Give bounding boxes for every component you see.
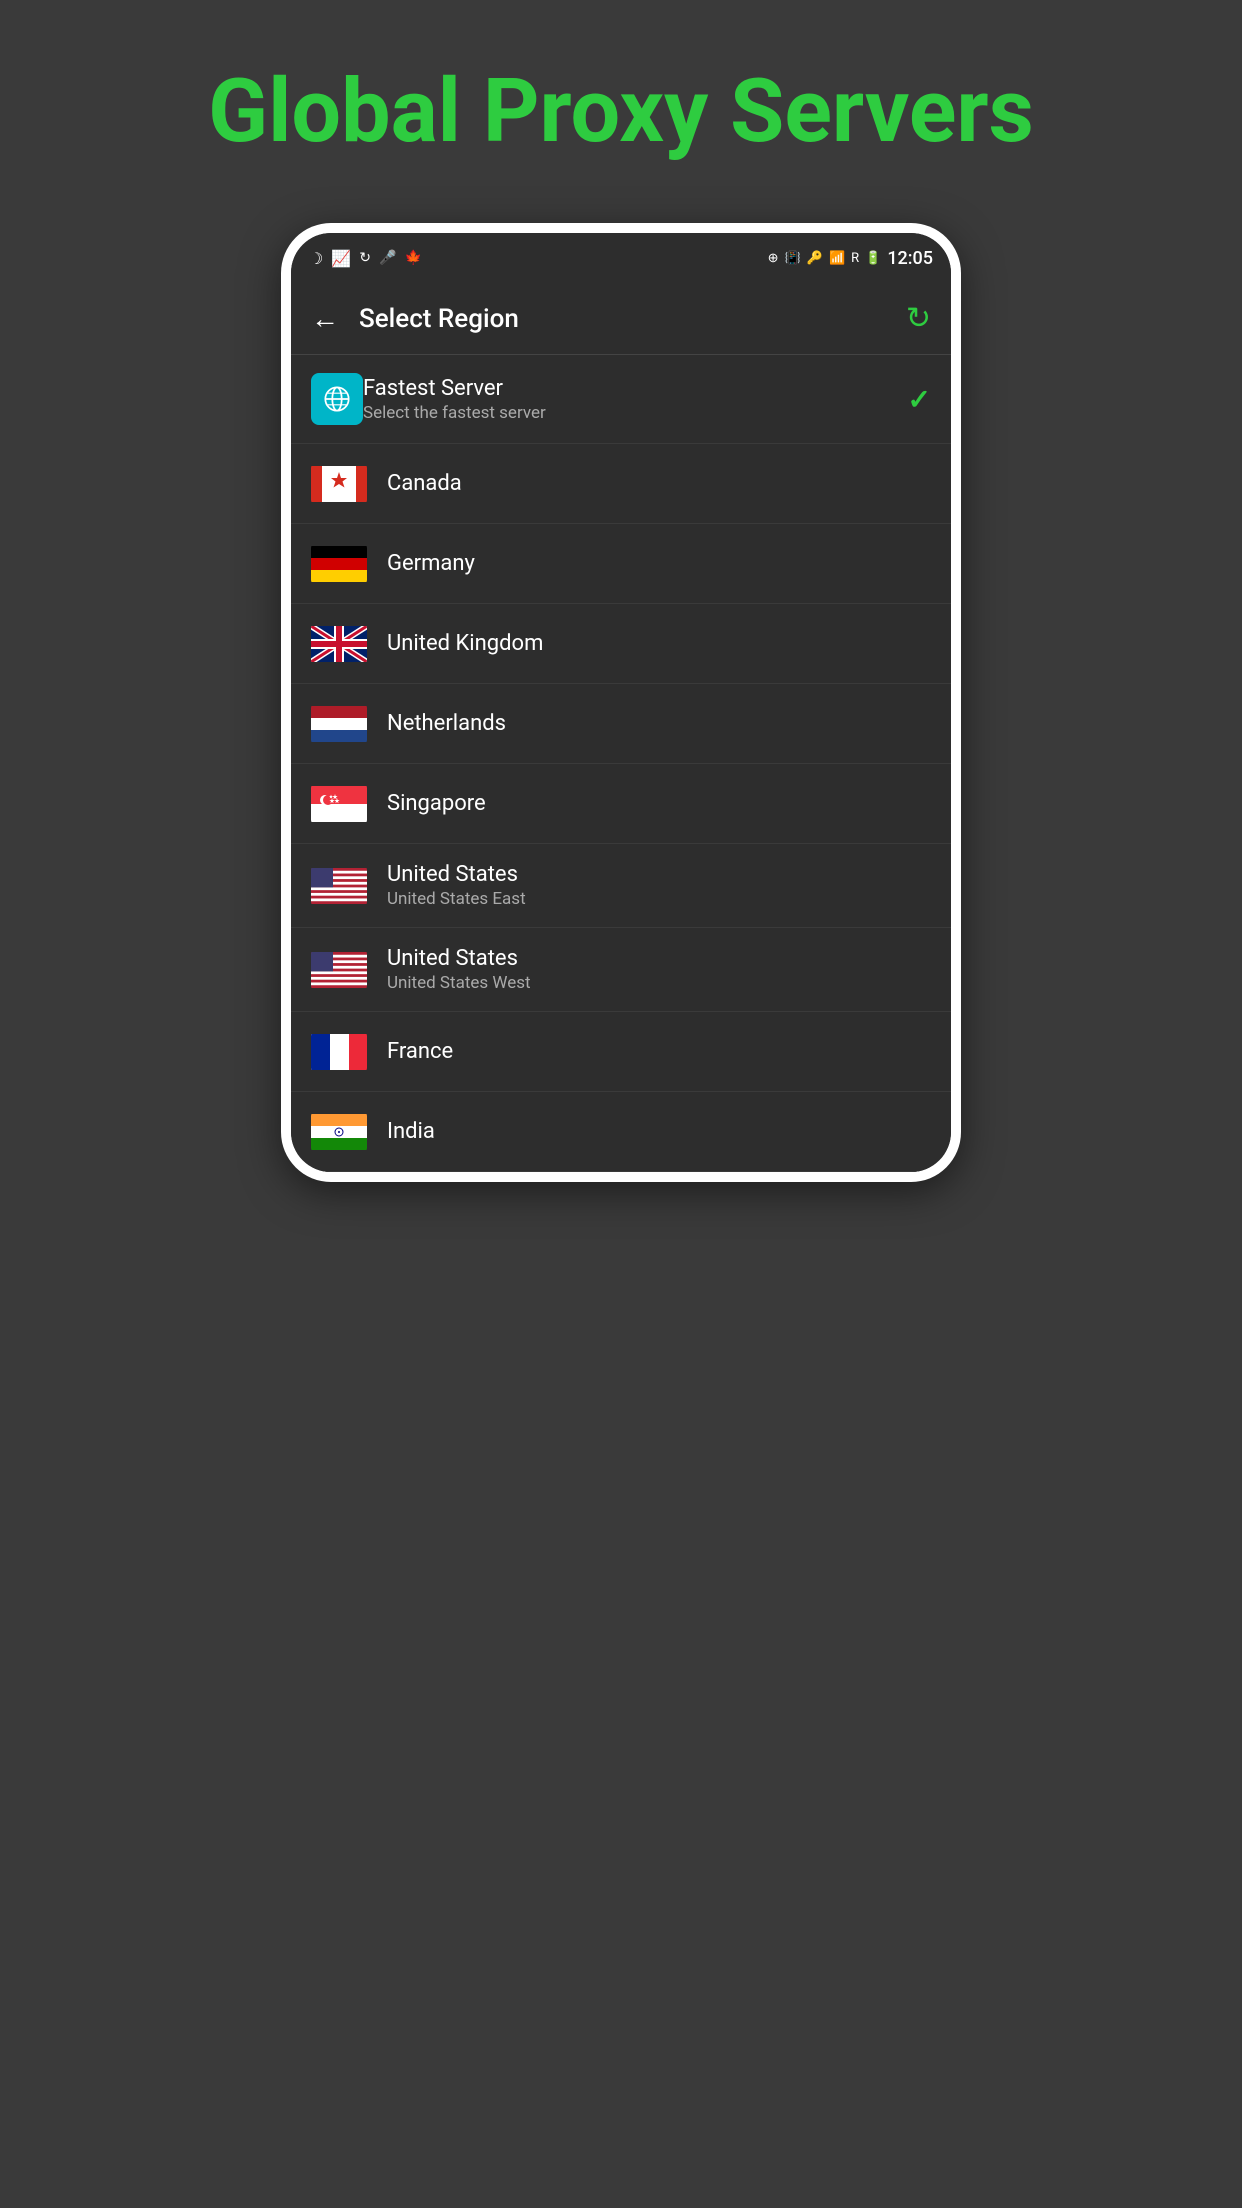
phone-frame: ☽ 📈 ↻ 🎤 🍁 ⊕ 📳 🔑 📶 R 🔋 12:05 ← Select Reg… [281, 223, 961, 1182]
us-east-name: United States [387, 862, 931, 887]
france-name: France [387, 1039, 931, 1064]
app-bar-title: Select Region [359, 304, 906, 334]
region-list: Fastest Server Select the fastest server… [291, 355, 951, 1172]
us-west-flag [311, 950, 367, 990]
germany-name: Germany [387, 551, 931, 576]
region-item-us-east[interactable]: United States United States East [291, 844, 951, 928]
singapore-text: Singapore [387, 791, 931, 816]
germany-text: Germany [387, 551, 931, 576]
us-west-text: United States United States West [387, 946, 931, 993]
fastest-server-text: Fastest Server Select the fastest server [363, 376, 908, 423]
us-east-text: United States United States East [387, 862, 931, 909]
page-title: Global Proxy Servers [0, 0, 1242, 203]
status-time: 12:05 [887, 248, 933, 269]
region-item-india[interactable]: India [291, 1092, 951, 1172]
alarm-icon: ⊕ [768, 251, 779, 266]
region-item-fastest[interactable]: Fastest Server Select the fastest server… [291, 355, 951, 444]
uk-flag [311, 624, 367, 664]
back-button[interactable]: ← [311, 302, 339, 335]
netherlands-flag [311, 704, 367, 744]
region-item-netherlands[interactable]: Netherlands [291, 684, 951, 764]
leaf-icon: 🍁 [404, 250, 421, 266]
us-west-sub: United States West [387, 973, 931, 993]
region-item-uk[interactable]: United Kingdom [291, 604, 951, 684]
phone-screen: ☽ 📈 ↻ 🎤 🍁 ⊕ 📳 🔑 📶 R 🔋 12:05 ← Select Reg… [291, 233, 951, 1172]
app-bar: ← Select Region ↻ [291, 283, 951, 355]
us-east-sub: United States East [387, 889, 931, 909]
netherlands-name: Netherlands [387, 711, 931, 736]
signal-icon: R [851, 251, 859, 266]
singapore-flag [311, 784, 367, 824]
uk-name: United Kingdom [387, 631, 931, 656]
uk-text: United Kingdom [387, 631, 931, 656]
graph-icon: 📈 [331, 249, 351, 268]
india-name: India [387, 1119, 931, 1144]
status-icons-right: ⊕ 📳 🔑 📶 R 🔋 12:05 [768, 248, 933, 269]
battery-icon: 🔋 [865, 251, 881, 266]
moon-icon: ☽ [309, 249, 323, 268]
region-item-france[interactable]: France [291, 1012, 951, 1092]
status-icons-left: ☽ 📈 ↻ 🎤 🍁 [309, 249, 422, 268]
germany-flag [311, 544, 367, 584]
fastest-server-icon [311, 373, 363, 425]
selected-check-icon: ✓ [908, 383, 931, 416]
wifi-icon: 📶 [829, 251, 845, 266]
india-flag [311, 1112, 367, 1152]
fastest-server-sub: Select the fastest server [363, 403, 908, 423]
canada-text: Canada [387, 471, 931, 496]
singapore-name: Singapore [387, 791, 931, 816]
sync-icon: ↻ [359, 250, 371, 266]
region-item-singapore[interactable]: Singapore [291, 764, 951, 844]
region-item-germany[interactable]: Germany [291, 524, 951, 604]
netherlands-text: Netherlands [387, 711, 931, 736]
france-text: France [387, 1039, 931, 1064]
vibrate-icon: 📳 [785, 251, 801, 266]
us-west-name: United States [387, 946, 931, 971]
fastest-server-name: Fastest Server [363, 376, 908, 401]
region-item-us-west[interactable]: United States United States West [291, 928, 951, 1012]
status-bar: ☽ 📈 ↻ 🎤 🍁 ⊕ 📳 🔑 📶 R 🔋 12:05 [291, 233, 951, 283]
us-east-flag [311, 866, 367, 906]
key-icon: 🔑 [807, 251, 823, 266]
canada-flag [311, 464, 367, 504]
mic-off-icon: 🎤 [379, 250, 396, 266]
india-text: India [387, 1119, 931, 1144]
region-item-canada[interactable]: Canada [291, 444, 951, 524]
france-flag [311, 1032, 367, 1072]
refresh-button[interactable]: ↻ [906, 301, 931, 336]
canada-name: Canada [387, 471, 931, 496]
